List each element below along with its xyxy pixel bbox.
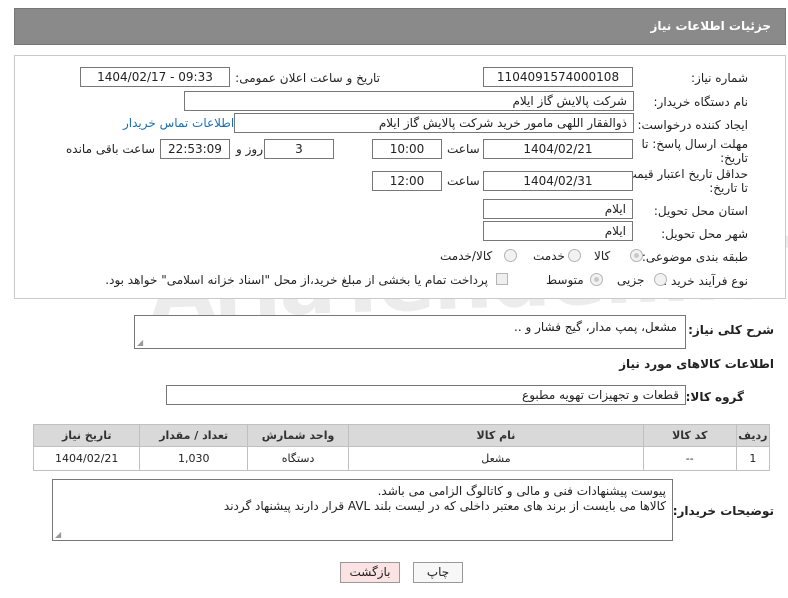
days-field: 3 bbox=[264, 139, 334, 159]
goods-section-title: اطلاعات کالاهای مورد نیاز bbox=[619, 357, 774, 371]
treasury-note: پرداخت تمام یا بخشی از مبلغ خرید،از محل … bbox=[105, 273, 488, 287]
need-number-field: 1104091574000108 bbox=[483, 67, 633, 87]
col-header-name: نام کالا bbox=[348, 424, 644, 447]
purchase-type-label: نوع فرآیند خرید : bbox=[663, 274, 748, 288]
need-number-label: شماره نیاز: bbox=[691, 71, 748, 85]
table-header-row: ردیف کد کالا نام کالا واحد شمارش تعداد /… bbox=[32, 424, 771, 447]
requester-field: ذوالفقار اللهی مامور خرید شرکت پالایش گا… bbox=[234, 113, 634, 133]
deadline-label-2: تاریخ: bbox=[720, 151, 748, 165]
city-label: شهر محل تحویل: bbox=[661, 227, 748, 241]
purchase-radio-medium[interactable] bbox=[590, 273, 603, 286]
notes-field: پیوست پیشنهادات فنی و مالی و کاتالوگ الز… bbox=[52, 479, 673, 541]
notes-label: توضیحات خریدار: bbox=[672, 504, 774, 518]
description-field: مشعل، پمپ مدار، گیج فشار و .. ◢ bbox=[134, 315, 686, 349]
cell-qty: 1,030 bbox=[139, 446, 248, 471]
city-field: ایلام bbox=[483, 221, 633, 241]
page-title: جزئیات اطلاعات نیاز bbox=[650, 19, 771, 33]
days-label: روز و bbox=[236, 142, 263, 156]
validity-time-field: 12:00 bbox=[372, 171, 442, 191]
purchase-option-minor: جزیی bbox=[617, 273, 645, 287]
notes-line-2: کالاها می بایست از برند های معتبر داخلی … bbox=[223, 499, 666, 513]
purchase-radio-minor[interactable] bbox=[654, 273, 667, 286]
province-field: ایلام bbox=[483, 199, 633, 219]
col-header-code: کد کالا bbox=[642, 424, 737, 447]
treasury-checkbox[interactable] bbox=[496, 273, 508, 285]
validity-time-label: ساعت bbox=[447, 174, 480, 188]
goods-group-field: قطعات و تجهیزات تهویه مطبوع bbox=[166, 385, 686, 405]
description-text: مشعل، پمپ مدار، گیج فشار و .. bbox=[514, 320, 677, 334]
deadline-date-field: 1404/02/21 bbox=[483, 139, 633, 159]
requester-label: ایجاد کننده درخواست: bbox=[637, 118, 748, 132]
buyer-org-field: شرکت پالایش گاز ایلام bbox=[184, 91, 634, 111]
page-header: جزئیات اطلاعات نیاز bbox=[14, 8, 786, 45]
buyer-org-label: نام دستگاه خریدار: bbox=[653, 95, 749, 109]
province-label: استان محل تحویل: bbox=[653, 204, 748, 218]
col-header-date: تاریخ نیاز bbox=[32, 424, 141, 447]
deadline-time-label: ساعت bbox=[447, 142, 480, 156]
buyer-contact-link[interactable]: اطلاعات تماس خریدار bbox=[123, 116, 234, 130]
table-row[interactable]: 1 -- مشعل دستگاه 1,030 1404/02/21 bbox=[32, 446, 771, 471]
category-option-service: خدمت bbox=[533, 249, 565, 263]
category-radio-both[interactable] bbox=[504, 249, 517, 262]
col-header-unit: واحد شمارش bbox=[246, 424, 350, 447]
resize-handle-icon: ◢ bbox=[55, 530, 62, 539]
remaining-time-field: 22:53:09 bbox=[160, 139, 230, 159]
deadline-time-field: 10:00 bbox=[372, 139, 442, 159]
cell-code: -- bbox=[642, 446, 737, 471]
announce-label: تاریخ و ساعت اعلان عمومی: bbox=[235, 71, 380, 85]
validity-label-1: حداقل تاریخ اعتبار قیمت: bbox=[621, 167, 748, 181]
print-button[interactable]: چاپ bbox=[413, 562, 463, 583]
validity-label-2: تا تاریخ: bbox=[709, 181, 748, 195]
category-radio-service[interactable] bbox=[568, 249, 581, 262]
announce-field: 1404/02/17 - 09:33 bbox=[80, 67, 230, 87]
back-button[interactable]: بازگشت bbox=[340, 562, 400, 583]
category-radio-goods[interactable] bbox=[630, 249, 643, 262]
resize-handle-icon: ◢ bbox=[137, 338, 144, 347]
purchase-option-medium: متوسط bbox=[546, 273, 584, 287]
category-label: طبقه بندی موضوعی: bbox=[641, 250, 748, 264]
goods-group-label: گروه کالا: bbox=[685, 390, 744, 404]
goods-table: ردیف کد کالا نام کالا واحد شمارش تعداد /… bbox=[32, 424, 771, 471]
notes-line-1: پیوست پیشنهادات فنی و مالی و کاتالوگ الز… bbox=[377, 484, 666, 498]
category-option-both: کالا/خدمت bbox=[440, 249, 493, 263]
col-header-qty: تعداد / مقدار bbox=[139, 424, 248, 447]
remaining-label: ساعت باقی مانده bbox=[66, 142, 156, 156]
validity-date-field: 1404/02/31 bbox=[483, 171, 633, 191]
deadline-label-1: مهلت ارسال پاسخ: تا bbox=[641, 137, 748, 151]
cell-name: مشعل bbox=[348, 446, 644, 471]
cell-row: 1 bbox=[735, 446, 771, 471]
cell-date: 1404/02/21 bbox=[32, 446, 141, 471]
cell-unit: دستگاه bbox=[246, 446, 350, 471]
col-header-row: ردیف bbox=[735, 424, 771, 447]
description-label: شرح کلی نیاز: bbox=[688, 323, 774, 337]
category-option-goods: کالا bbox=[594, 249, 611, 263]
